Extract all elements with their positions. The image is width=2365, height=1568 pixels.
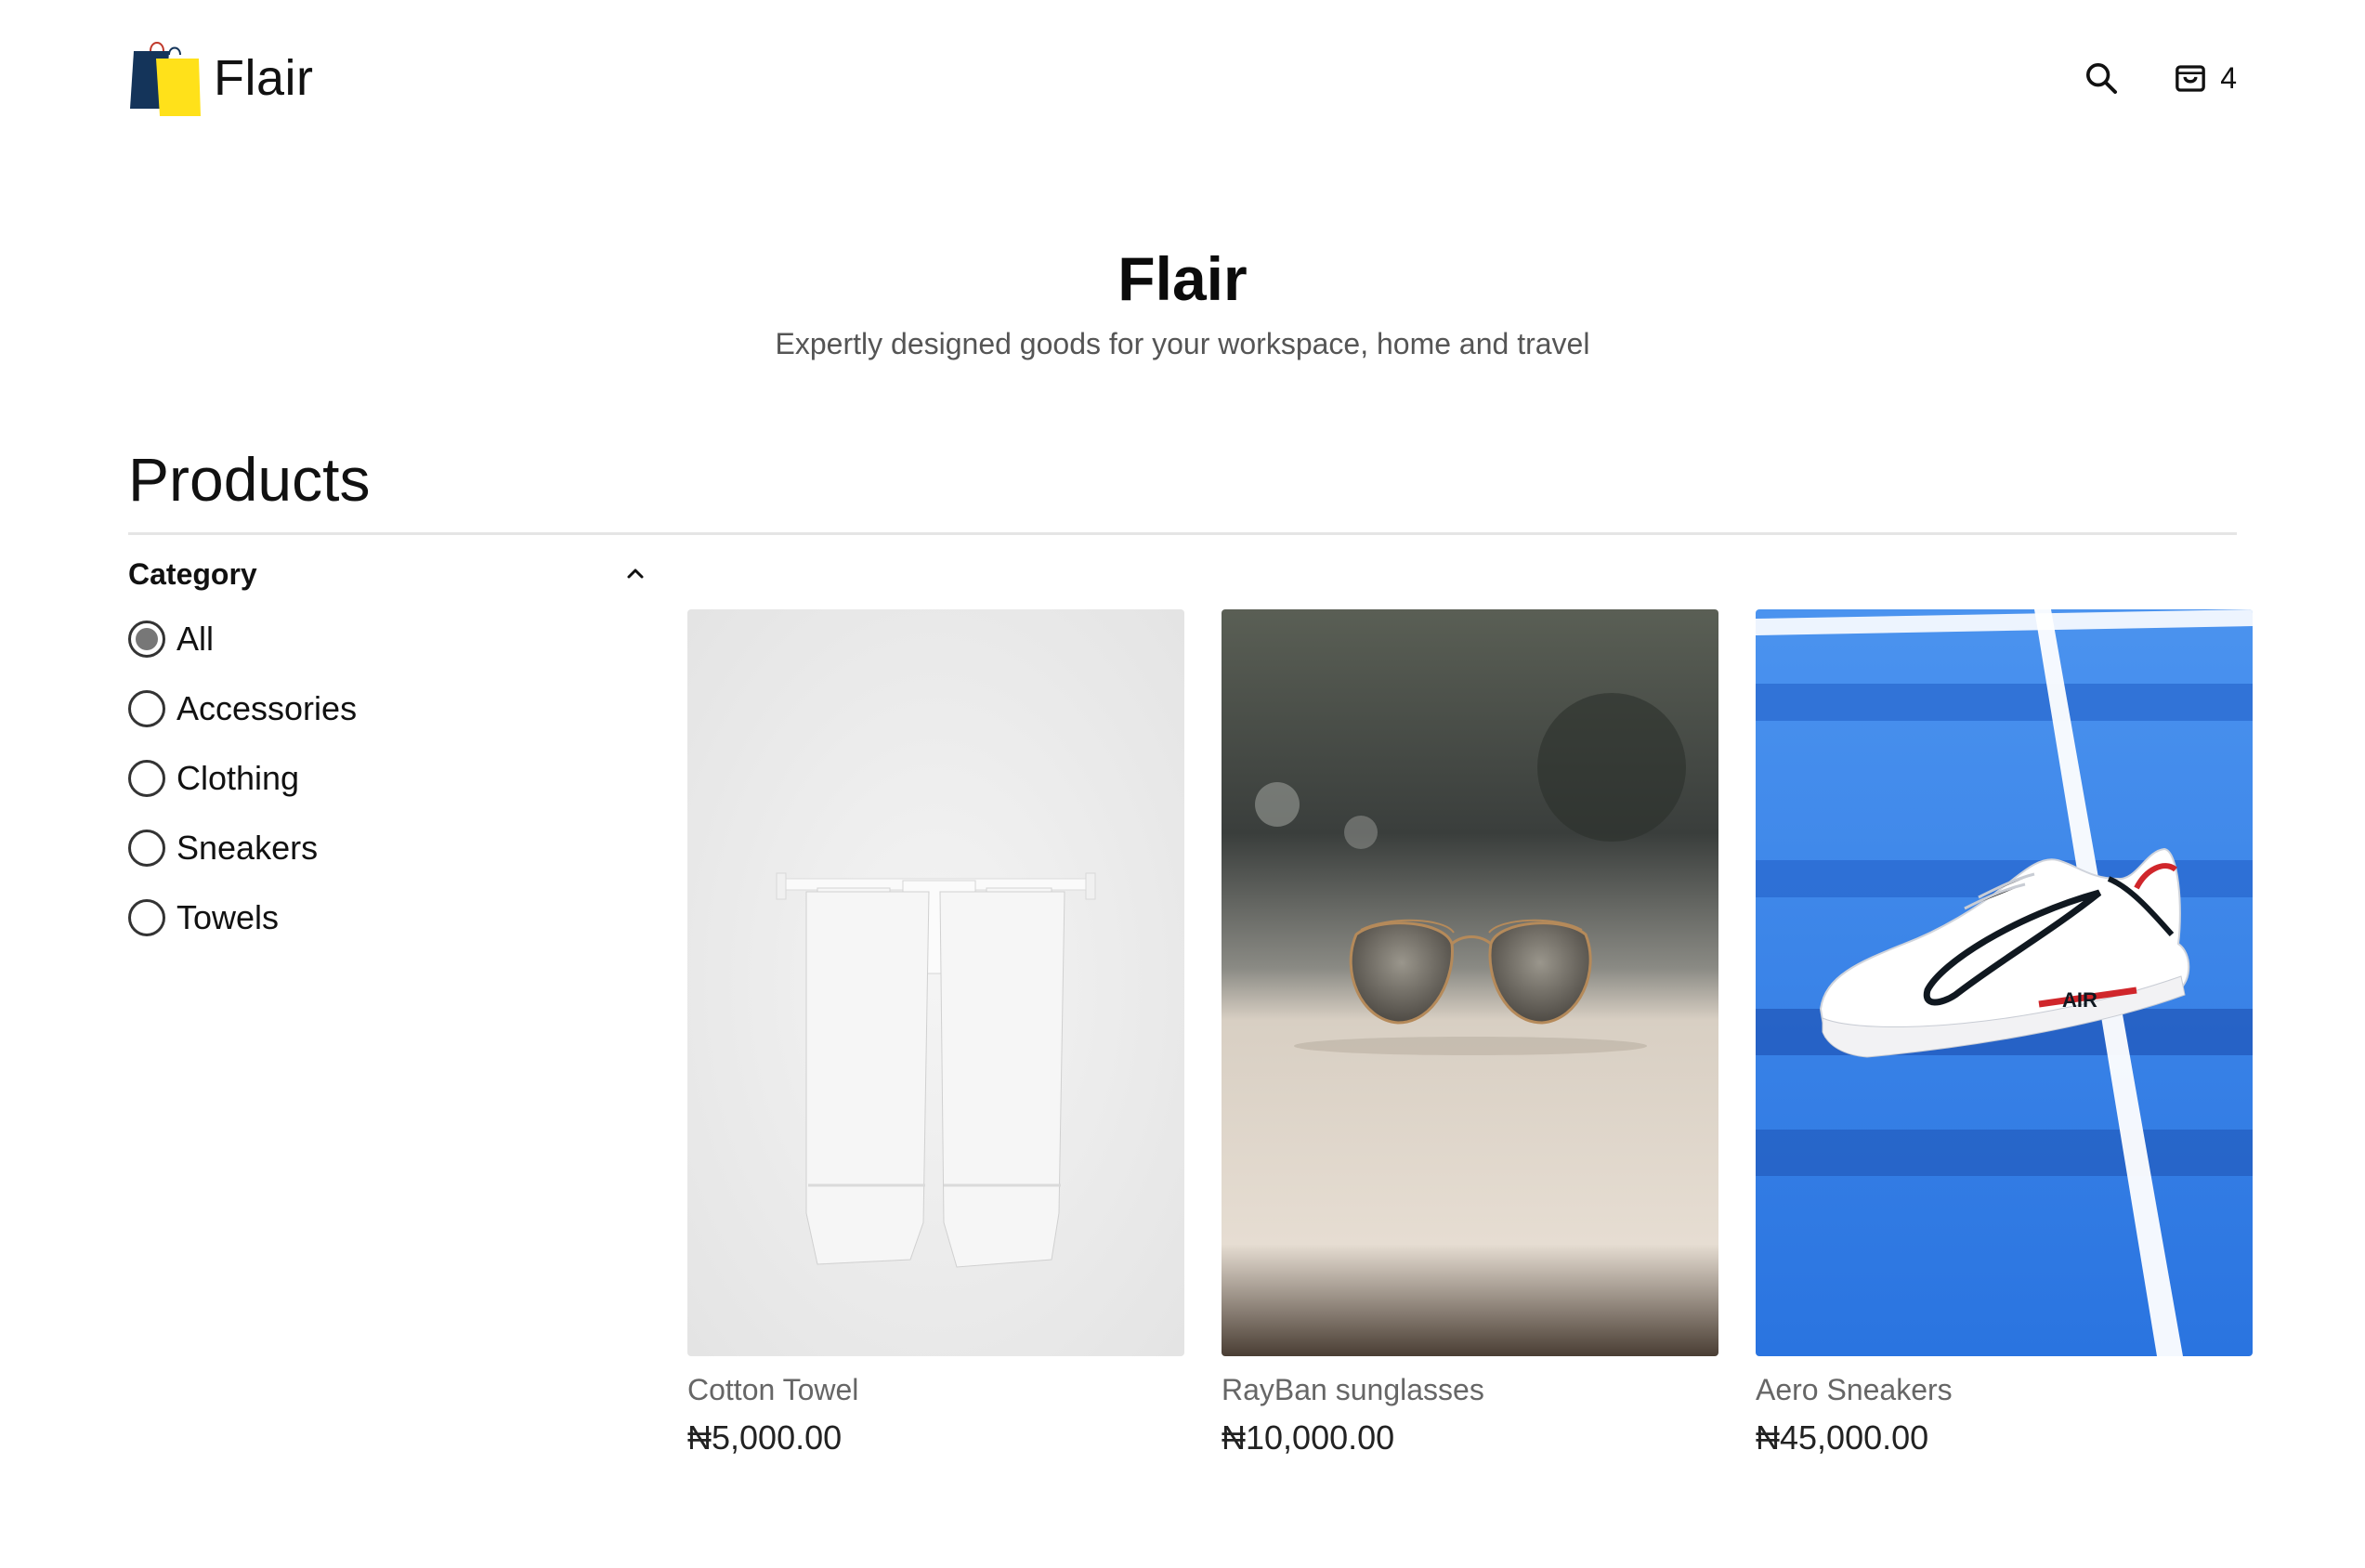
category-options: All Accessories Clothing Sneakers Towels xyxy=(128,604,648,952)
product-name[interactable]: Aero Sneakers xyxy=(1756,1373,2253,1407)
category-option-towels[interactable]: Towels xyxy=(128,882,648,952)
product-grid: Cotton Towel ₦5,000.00 RayBan sunglasses… xyxy=(687,609,2253,1457)
product-price: ₦5,000.00 xyxy=(687,1418,843,1457)
radio-label: Sneakers xyxy=(176,828,319,867)
radio-clothing[interactable] xyxy=(128,759,165,797)
radio-label: Towels xyxy=(176,897,280,936)
brand-name: Flair xyxy=(214,50,314,106)
product-name[interactable]: RayBan sunglasses xyxy=(1222,1373,1718,1407)
product-image-sunglasses[interactable] xyxy=(1222,609,1718,1356)
radio-all[interactable] xyxy=(128,620,165,658)
chevron-up-icon[interactable] xyxy=(622,561,648,587)
product-image-sneakers[interactable]: AIR xyxy=(1756,609,2253,1356)
cart-count: 4 xyxy=(2220,60,2237,95)
radio-label: All xyxy=(176,619,215,658)
category-option-clothing[interactable]: Clothing xyxy=(128,743,648,813)
category-filter-header[interactable]: Category xyxy=(128,554,648,595)
hero: Flair Expertly designed goods for your w… xyxy=(0,243,2365,361)
product-image-towels[interactable] xyxy=(687,609,1184,1356)
page-title: Products xyxy=(128,445,371,514)
product-card-cotton-towel[interactable]: Cotton Towel ₦5,000.00 xyxy=(687,609,1184,1457)
site-header: Flair 4 xyxy=(128,33,2237,123)
shopping-bag-icon xyxy=(2172,58,2209,99)
brand[interactable]: Flair xyxy=(128,38,314,118)
radio-sneakers[interactable] xyxy=(128,829,165,867)
radio-label: Accessories xyxy=(176,688,358,727)
radio-towels[interactable] xyxy=(128,898,165,936)
hero-title: Flair xyxy=(1117,244,1248,313)
radio-accessories[interactable] xyxy=(128,689,165,727)
hero-subtitle: Expertly designed goods for your workspa… xyxy=(775,327,1590,360)
header-actions: 4 xyxy=(2083,58,2237,99)
category-filter-title: Category xyxy=(128,556,257,591)
filter-sidebar: Category All Accessories Clothing Sneake… xyxy=(128,554,648,952)
category-option-sneakers[interactable]: Sneakers xyxy=(128,813,648,882)
product-card-aero-sneakers[interactable]: AIR Aero Sneakers ₦45,000.00 xyxy=(1756,609,2253,1457)
logo-bags-icon xyxy=(128,38,204,118)
cart-button[interactable]: 4 xyxy=(2172,58,2237,99)
category-option-accessories[interactable]: Accessories xyxy=(128,673,648,743)
product-card-rayban-sunglasses[interactable]: RayBan sunglasses ₦10,000.00 xyxy=(1222,609,1718,1457)
svg-text:AIR: AIR xyxy=(2062,988,2097,1012)
search-icon[interactable] xyxy=(2083,59,2120,97)
products-heading: Products xyxy=(128,444,2237,535)
product-price: ₦10,000.00 xyxy=(1222,1418,1395,1457)
product-name[interactable]: Cotton Towel xyxy=(687,1373,1184,1407)
category-option-all[interactable]: All xyxy=(128,604,648,673)
product-price: ₦45,000.00 xyxy=(1756,1418,1929,1457)
radio-label: Clothing xyxy=(176,758,300,797)
